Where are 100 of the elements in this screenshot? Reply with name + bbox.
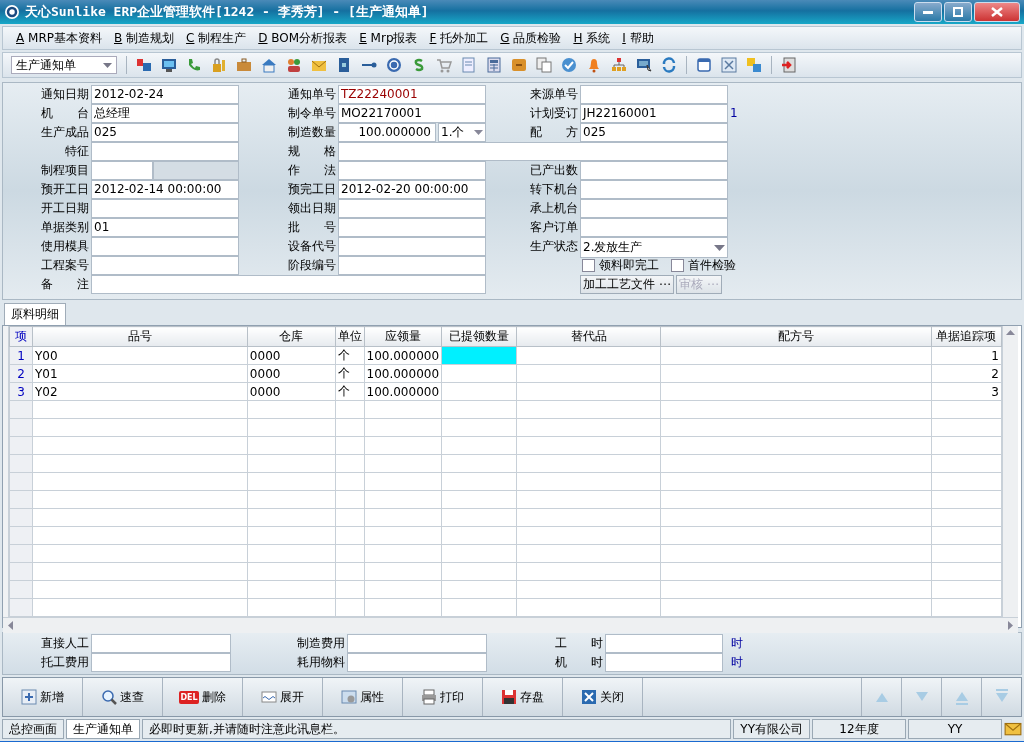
cart-icon[interactable] — [436, 57, 452, 73]
lock-icon[interactable] — [211, 57, 227, 73]
menu-item[interactable]: B 制造规划 — [109, 27, 180, 49]
column-header[interactable]: 单据追踪项 — [931, 326, 1002, 347]
menu-item[interactable]: A MRP基本资料 — [11, 27, 107, 49]
close-icon[interactable] — [721, 57, 737, 73]
input-field[interactable] — [91, 634, 231, 653]
copy-icon[interactable] — [536, 57, 552, 73]
input-field[interactable]: 01 — [91, 218, 239, 237]
window-dropdown[interactable]: 生产通知单 — [11, 56, 117, 74]
unit-dropdown[interactable]: 1.个 — [438, 123, 486, 142]
checkbox[interactable]: 领料即完工 — [582, 257, 659, 274]
restore-button[interactable] — [944, 2, 972, 22]
action-button[interactable]: 速查 — [83, 678, 163, 716]
bell-icon[interactable] — [586, 57, 602, 73]
people-icon[interactable] — [286, 57, 302, 73]
action-button[interactable]: DEL 删除 — [163, 678, 243, 716]
action-button[interactable]: 存盘 — [483, 678, 563, 716]
window-tab[interactable]: 总控画面 — [2, 719, 64, 739]
input-field[interactable] — [338, 142, 728, 161]
input-field[interactable] — [338, 237, 486, 256]
input-field[interactable]: TZ22240001 — [338, 85, 486, 104]
monitor-icon[interactable] — [636, 57, 652, 73]
action-button[interactable]: 打印 — [403, 678, 483, 716]
input-field[interactable] — [338, 161, 486, 180]
input-field[interactable] — [91, 161, 153, 180]
input-field[interactable] — [338, 256, 486, 275]
refresh-icon[interactable] — [661, 57, 677, 73]
house-icon[interactable] — [261, 57, 277, 73]
input-field[interactable] — [605, 653, 723, 672]
input-field[interactable]: 025 — [580, 123, 728, 142]
input-field[interactable] — [580, 180, 728, 199]
drawer-icon[interactable] — [511, 57, 527, 73]
input-field[interactable]: 2012-02-14 00:00:00 — [91, 180, 239, 199]
scroll-right-icon[interactable] — [1008, 621, 1014, 630]
action-button[interactable]: 属性 — [323, 678, 403, 716]
briefcase-icon[interactable] — [236, 57, 252, 73]
input-field[interactable] — [580, 218, 728, 237]
window-icon[interactable] — [696, 57, 712, 73]
phone-icon[interactable] — [186, 57, 202, 73]
input-field[interactable]: JH22160001 — [580, 104, 728, 123]
input-field[interactable] — [605, 634, 723, 653]
input-field[interactable] — [580, 85, 728, 104]
input-field[interactable] — [91, 237, 239, 256]
check-icon[interactable] — [561, 57, 577, 73]
document-icon[interactable] — [461, 57, 477, 73]
input-field[interactable] — [338, 199, 486, 218]
input-field[interactable] — [580, 199, 728, 218]
input-field[interactable]: 025 — [91, 123, 239, 142]
column-header[interactable]: 配方号 — [660, 326, 932, 347]
close-button[interactable] — [974, 2, 1020, 22]
window-tab[interactable]: 生产通知单 — [66, 719, 140, 739]
hierarchy-icon[interactable] — [611, 57, 627, 73]
book-icon[interactable] — [336, 57, 352, 73]
field-label: 制造费用 — [296, 635, 346, 652]
monitor-icon[interactable] — [161, 57, 177, 73]
exit-icon[interactable] — [781, 57, 797, 73]
menu-item[interactable]: G 品质检验 — [495, 27, 567, 49]
column-header[interactable]: 项 — [9, 326, 33, 347]
menu-item[interactable]: C 制程生产 — [181, 27, 252, 49]
checkbox[interactable]: 首件检验 — [671, 257, 736, 274]
input-field[interactable] — [91, 653, 231, 672]
input-field[interactable]: 2012-02-24 — [91, 85, 239, 104]
column-header[interactable]: 替代品 — [516, 326, 661, 347]
action-button[interactable]: 关闭 — [563, 678, 643, 716]
input-field[interactable] — [338, 218, 486, 237]
menu-item[interactable]: E Mrp报表 — [354, 27, 423, 49]
input-field[interactable]: MO22170001 — [338, 104, 486, 123]
calculator-icon[interactable] — [486, 57, 502, 73]
menu-item[interactable]: D BOM分析报表 — [253, 27, 353, 49]
column-header[interactable]: 单位 — [335, 326, 364, 347]
input-field[interactable] — [347, 634, 487, 653]
status-dropdown[interactable]: 2.发放生产 — [580, 237, 728, 258]
column-header[interactable]: 应领量 — [364, 326, 442, 347]
link-count[interactable]: 1 — [728, 104, 1021, 123]
translate-icon[interactable] — [136, 57, 152, 73]
input-field[interactable]: 2012-02-20 00:00:00 — [338, 180, 486, 199]
column-header[interactable]: 已提领数量 — [441, 326, 517, 347]
input-field[interactable] — [347, 653, 487, 672]
input-field[interactable] — [580, 161, 728, 180]
input-field[interactable] — [91, 199, 239, 218]
input-field[interactable] — [91, 275, 486, 294]
input-field[interactable] — [91, 256, 239, 275]
scroll-left-icon[interactable] — [7, 621, 13, 630]
column-header[interactable]: 品号 — [32, 326, 248, 347]
quantity-field[interactable]: 100.000000 — [338, 123, 436, 142]
menu-item[interactable]: F 托外加工 — [424, 27, 494, 49]
form-button[interactable]: 加工工艺文件 ⋯ — [580, 275, 674, 294]
menu-item[interactable]: H 系统 — [568, 27, 616, 49]
input-field[interactable] — [91, 142, 239, 161]
action-button[interactable]: 新增 — [3, 678, 83, 716]
squares-icon[interactable] — [746, 57, 762, 73]
column-header[interactable]: 仓库 — [247, 326, 336, 347]
input-field[interactable]: 总经理 — [91, 104, 239, 123]
horizontal-scrollbar[interactable] — [3, 617, 1018, 633]
menu-item[interactable]: I 帮助 — [617, 27, 659, 49]
tab[interactable]: 原料明细 — [4, 303, 66, 325]
vertical-scrollbar[interactable] — [1002, 326, 1018, 617]
action-button[interactable]: 展开 — [243, 678, 323, 716]
minimize-button[interactable] — [914, 2, 942, 22]
